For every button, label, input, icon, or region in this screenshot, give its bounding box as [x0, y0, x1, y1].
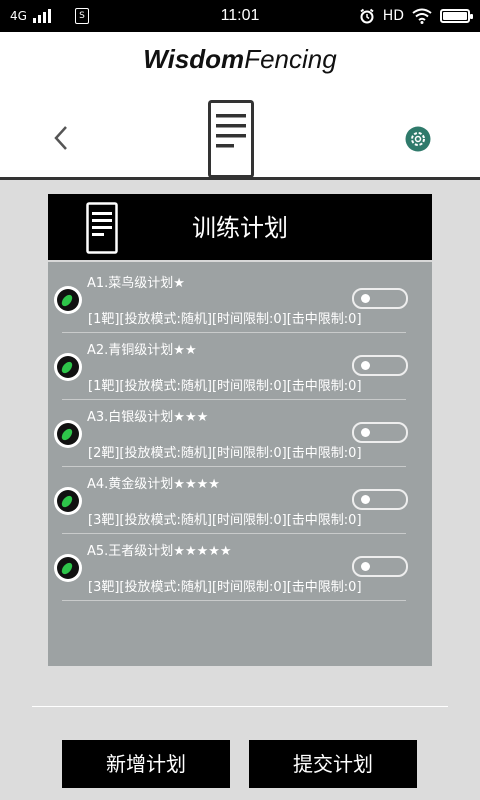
panel-header: 训练计划	[48, 194, 432, 262]
toggle-knob	[361, 495, 370, 504]
edit-plan-button[interactable]	[54, 487, 82, 515]
edit-leaf-icon	[59, 292, 75, 309]
edit-plan-button[interactable]	[54, 554, 82, 582]
plan-item[interactable]: A3.白银级计划★★★ [2靶][投放模式:随机][时间限制:0][击中限制:0…	[48, 400, 432, 467]
plan-toggle[interactable]	[352, 288, 408, 309]
plan-toggle[interactable]	[352, 355, 408, 376]
plan-item[interactable]: A4.黄金级计划★★★★ [3靶][投放模式:随机][时间限制:0][击中限制:…	[48, 467, 432, 534]
brand-regular: Fencing	[244, 44, 337, 74]
training-plan-panel: 训练计划 A1.菜鸟级计划★ [1靶][投放模式:随机][时间限制:0][击中限…	[48, 194, 432, 666]
add-plan-button[interactable]: 新增计划	[62, 740, 230, 788]
back-arrow-icon	[54, 126, 67, 150]
brand-bold: Wisdom	[143, 44, 245, 74]
status-right: HD	[359, 0, 473, 32]
plan-name: A1.菜鸟级计划★	[87, 276, 185, 291]
plan-description: [2靶][投放模式:随机][时间限制:0][击中限制:0]	[88, 446, 362, 461]
plan-item[interactable]: A1.菜鸟级计划★ [1靶][投放模式:随机][时间限制:0][击中限制:0]	[48, 266, 432, 333]
plan-name: A4.黄金级计划★★★★	[87, 477, 220, 492]
toggle-knob	[361, 428, 370, 437]
submit-plan-button[interactable]: 提交计划	[249, 740, 417, 788]
panel-title: 训练计划	[192, 214, 288, 242]
plan-toggle[interactable]	[352, 489, 408, 510]
wifi-icon	[412, 8, 432, 24]
battery-icon	[440, 9, 473, 23]
back-button[interactable]	[48, 124, 76, 152]
settings-button[interactable]	[405, 126, 431, 152]
plan-toggle[interactable]	[352, 422, 408, 443]
app-brand: WisdomFencing	[0, 44, 480, 75]
toggle-knob	[361, 294, 370, 303]
hd-indicator: HD	[382, 8, 404, 24]
edit-plan-button[interactable]	[54, 286, 82, 314]
alarm-icon	[360, 8, 374, 24]
bottom-divider	[32, 706, 448, 707]
plan-name: A3.白银级计划★★★	[87, 410, 209, 425]
edit-leaf-icon	[59, 426, 75, 443]
plan-name: A2.青铜级计划★★	[87, 343, 197, 358]
plan-description: [3靶][投放模式:随机][时间限制:0][击中限制:0]	[88, 580, 362, 595]
app-header: WisdomFencing	[0, 32, 480, 180]
status-bar: 4G S 11:01 HD	[0, 0, 480, 32]
plan-item[interactable]: A5.王者级计划★★★★★ [3靶][投放模式:随机][时间限制:0][击中限制…	[48, 534, 432, 601]
plan-toggle[interactable]	[352, 556, 408, 577]
plan-description: [1靶][投放模式:随机][时间限制:0][击中限制:0]	[88, 312, 362, 327]
toggle-knob	[361, 361, 370, 370]
edit-plan-button[interactable]	[54, 420, 82, 448]
plan-item[interactable]: A2.青铜级计划★★ [1靶][投放模式:随机][时间限制:0][击中限制:0]	[48, 333, 432, 400]
settings-gear-icon	[405, 126, 431, 152]
plan-description: [3靶][投放模式:随机][时间限制:0][击中限制:0]	[88, 513, 362, 528]
plan-name: A5.王者级计划★★★★★	[87, 544, 232, 559]
toggle-knob	[361, 562, 370, 571]
edit-leaf-icon	[59, 560, 75, 577]
edit-leaf-icon	[59, 359, 75, 376]
plan-description: [1靶][投放模式:随机][时间限制:0][击中限制:0]	[88, 379, 362, 394]
edit-plan-button[interactable]	[54, 353, 82, 381]
edit-leaf-icon	[59, 493, 75, 510]
plan-list: A1.菜鸟级计划★ [1靶][投放模式:随机][时间限制:0][击中限制:0] …	[48, 266, 432, 601]
document-list-icon	[208, 100, 254, 178]
